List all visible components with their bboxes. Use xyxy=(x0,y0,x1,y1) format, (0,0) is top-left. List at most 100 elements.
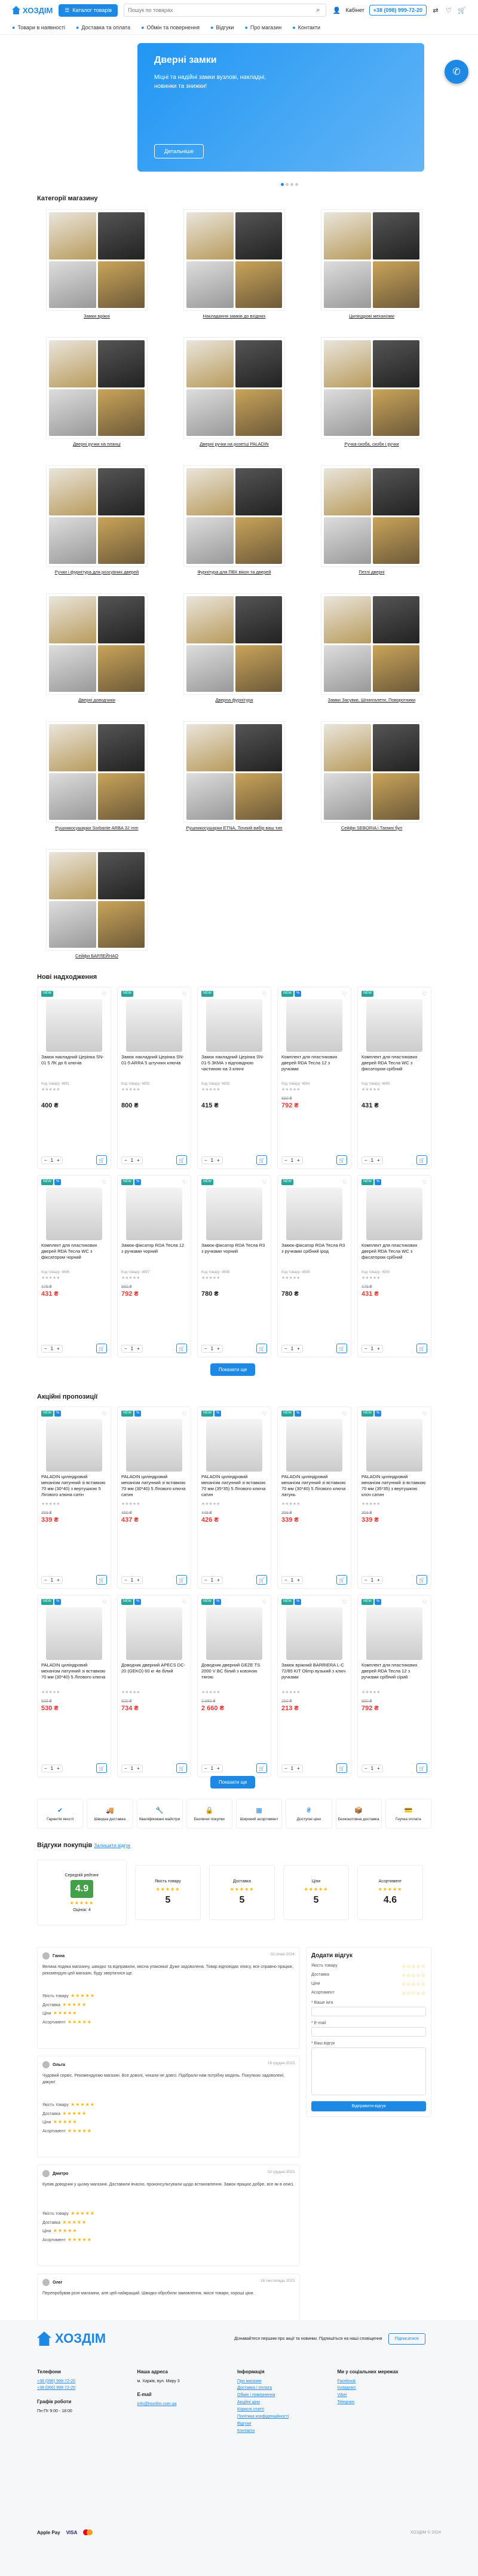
quantity-stepper[interactable]: −1 + xyxy=(201,1576,223,1584)
product-image[interactable] xyxy=(46,1607,102,1660)
product-image[interactable] xyxy=(126,1419,182,1472)
nav-item[interactable]: ● Контакти xyxy=(292,25,320,30)
category-image[interactable] xyxy=(183,721,285,823)
hero-more-button[interactable]: Детальніше xyxy=(154,144,204,158)
quantity-stepper[interactable]: −1 + xyxy=(121,1576,143,1584)
product-name[interactable]: PALADIN циліндровий механізм латунний зі… xyxy=(41,1662,107,1689)
add-to-cart-button[interactable]: 🛒 xyxy=(416,1575,427,1585)
slider-dot[interactable] xyxy=(295,183,298,186)
phone-link[interactable]: +38 (098) 999-72-20 xyxy=(37,2378,131,2385)
category-label[interactable]: Накладання замків до вхідних xyxy=(203,313,266,322)
category-card[interactable]: Ручки і фурнітура для розсувних дверей xyxy=(37,465,157,585)
product-image[interactable] xyxy=(286,1419,342,1472)
product-card[interactable]: NEW ♡ Замок-фіксатор RDA Тесла R3 з ручкам… xyxy=(277,1175,351,1357)
product-card[interactable]: NEW ♡ Замок накладний Церінка SN-01-5 ЗКМА… xyxy=(197,987,271,1169)
footer-link[interactable]: Відгуки xyxy=(237,2421,332,2428)
quantity-stepper[interactable]: −1 + xyxy=(361,1344,383,1353)
nav-item[interactable]: ● Про магазин xyxy=(244,25,281,30)
product-name[interactable]: Замок накладний Церінка SN-01-5 ЗКМА з в… xyxy=(201,1054,267,1081)
footer-link[interactable]: Доставка і оплата xyxy=(237,2385,332,2392)
add-to-cart-button[interactable]: 🛒 xyxy=(256,1763,267,1773)
catalog-button[interactable]: ☰ Каталог товарів xyxy=(59,4,118,17)
heart-icon[interactable]: ♡ xyxy=(342,1179,347,1186)
category-card[interactable]: Петлі дверні xyxy=(312,465,431,585)
social-link[interactable]: Instagram xyxy=(338,2385,432,2392)
product-name[interactable]: Комплект для пластикових дверей RDA Тесл… xyxy=(361,1243,427,1269)
category-card[interactable]: Замки Засувки, Шпингалети, Поворотники xyxy=(312,593,431,713)
quantity-stepper[interactable]: −1 + xyxy=(361,1576,383,1584)
heart-icon[interactable]: ♡ xyxy=(102,1179,107,1186)
quantity-stepper[interactable]: −1 + xyxy=(41,1344,63,1353)
category-card[interactable]: Рушникосушарки Sorbante ARBA 32 mm xyxy=(37,721,157,841)
quantity-stepper[interactable]: −1 + xyxy=(121,1764,143,1772)
leave-review-link[interactable]: Залишити відгук xyxy=(94,1843,130,1848)
category-image[interactable] xyxy=(46,465,148,567)
product-card[interactable]: NEW% ♡ PALADIN циліндровий механізм латунн… xyxy=(37,1406,111,1589)
product-card[interactable]: NEW ♡ Комплект для пластикових дверей RDA … xyxy=(357,987,431,1169)
category-image[interactable] xyxy=(46,337,148,439)
category-label[interactable]: Замки вріжні xyxy=(84,313,110,322)
add-to-cart-button[interactable]: 🛒 xyxy=(176,1763,187,1773)
category-label[interactable]: Сейфи SEBORIA і Таємні бул xyxy=(341,825,402,834)
heart-icon[interactable]: ♡ xyxy=(422,1411,427,1417)
heart-icon[interactable]: ♡ xyxy=(422,1179,427,1186)
category-label[interactable]: Замки Засувки, Шпингалети, Поворотники xyxy=(328,697,415,706)
quantity-stepper[interactable]: −1 + xyxy=(121,1156,143,1164)
hero-banner[interactable]: Дверні замки Міцні та надійні замки вузл… xyxy=(137,43,424,172)
product-image[interactable] xyxy=(46,1419,102,1472)
product-card[interactable]: NEW% ♡ PALADIN циліндровий механізм латунн… xyxy=(117,1406,191,1589)
social-link[interactable]: Telegram xyxy=(338,2399,432,2406)
heart-icon[interactable]: ♡ xyxy=(182,1599,187,1606)
category-image[interactable] xyxy=(183,465,285,567)
product-name[interactable]: PALADIN циліндровий механізм латунний зі… xyxy=(41,1474,107,1500)
product-name[interactable]: Комплект для пластикових дверей RDA Тесл… xyxy=(281,1054,347,1081)
product-image[interactable] xyxy=(366,999,422,1052)
category-label[interactable]: Ручки і фурнітура для розсувних дверей xyxy=(55,569,139,578)
search-icon[interactable]: ⌕ xyxy=(314,6,322,14)
category-image[interactable] xyxy=(321,337,422,439)
category-label[interactable]: Петлі дверні xyxy=(358,569,384,578)
product-name[interactable]: PALADIN циліндровий механізм латунний зі… xyxy=(281,1474,347,1500)
add-to-cart-button[interactable]: 🛒 xyxy=(256,1575,267,1585)
category-card[interactable]: Фурнітура для ПВХ вікон та дверей xyxy=(174,465,294,585)
category-card[interactable]: Дверна фурнітура xyxy=(174,593,294,713)
category-card[interactable]: Дверні ручки на планці xyxy=(37,337,157,457)
heart-icon[interactable]: ♡ xyxy=(262,1411,267,1417)
product-image[interactable] xyxy=(366,1607,422,1660)
heart-icon[interactable]: ♡ xyxy=(262,991,267,997)
slider-dot[interactable] xyxy=(281,183,284,186)
add-to-cart-button[interactable]: 🛒 xyxy=(176,1155,187,1165)
product-image[interactable] xyxy=(206,1607,262,1660)
product-name[interactable]: PALADIN циліндровий механізм латунний зі… xyxy=(201,1474,267,1500)
star-rating-input[interactable]: ☆☆☆☆☆ xyxy=(402,1991,426,1996)
nav-item[interactable]: ● Товари в наявності xyxy=(12,25,65,30)
slider-dot[interactable] xyxy=(290,183,293,186)
heart-icon[interactable]: ♡ xyxy=(342,1599,347,1606)
footer-link[interactable]: Корисні статті xyxy=(237,2406,332,2413)
add-to-cart-button[interactable]: 🛒 xyxy=(176,1575,187,1585)
star-rating-input[interactable]: ☆☆☆☆☆ xyxy=(402,1982,426,1987)
heart-icon[interactable]: ♡ xyxy=(262,1599,267,1606)
site-logo[interactable]: ХОЗДІМ xyxy=(12,6,53,15)
heart-icon[interactable]: ♡ xyxy=(422,991,427,997)
product-card[interactable]: NEW% ♡ PALADIN циліндровий механізм латунн… xyxy=(197,1406,271,1589)
add-to-cart-button[interactable]: 🛒 xyxy=(176,1344,187,1353)
product-name[interactable]: Замок-фіксатор RDA Тесла 12 з ручками чо… xyxy=(121,1243,187,1269)
product-name[interactable]: Комплект для пластикових дверей RDA Тесл… xyxy=(361,1662,427,1689)
category-label[interactable]: Дверна фурнітура xyxy=(216,697,253,706)
category-image[interactable] xyxy=(46,849,148,951)
product-name[interactable]: Комплект для пластикових дверей RDA Тесл… xyxy=(41,1243,107,1269)
star-rating-input[interactable]: ☆☆☆☆☆ xyxy=(402,1964,426,1969)
quantity-stepper[interactable]: −1 + xyxy=(41,1576,63,1584)
quantity-stepper[interactable]: −1 + xyxy=(41,1156,63,1164)
product-image[interactable] xyxy=(126,1188,182,1240)
category-card[interactable]: Сейфи БАРЛЕЙНАО xyxy=(37,849,157,969)
category-card[interactable]: Ручка-скоба, скоби і ручки xyxy=(312,337,431,457)
product-name[interactable]: PALADIN циліндровий механізм латунний зі… xyxy=(361,1474,427,1500)
heart-icon[interactable]: ♡ xyxy=(445,6,453,14)
quantity-stepper[interactable]: −1 + xyxy=(201,1764,223,1772)
category-card[interactable]: Дверні доводчики xyxy=(37,593,157,713)
product-image[interactable] xyxy=(286,1607,342,1660)
category-image[interactable] xyxy=(183,337,285,439)
category-image[interactable] xyxy=(321,465,422,567)
